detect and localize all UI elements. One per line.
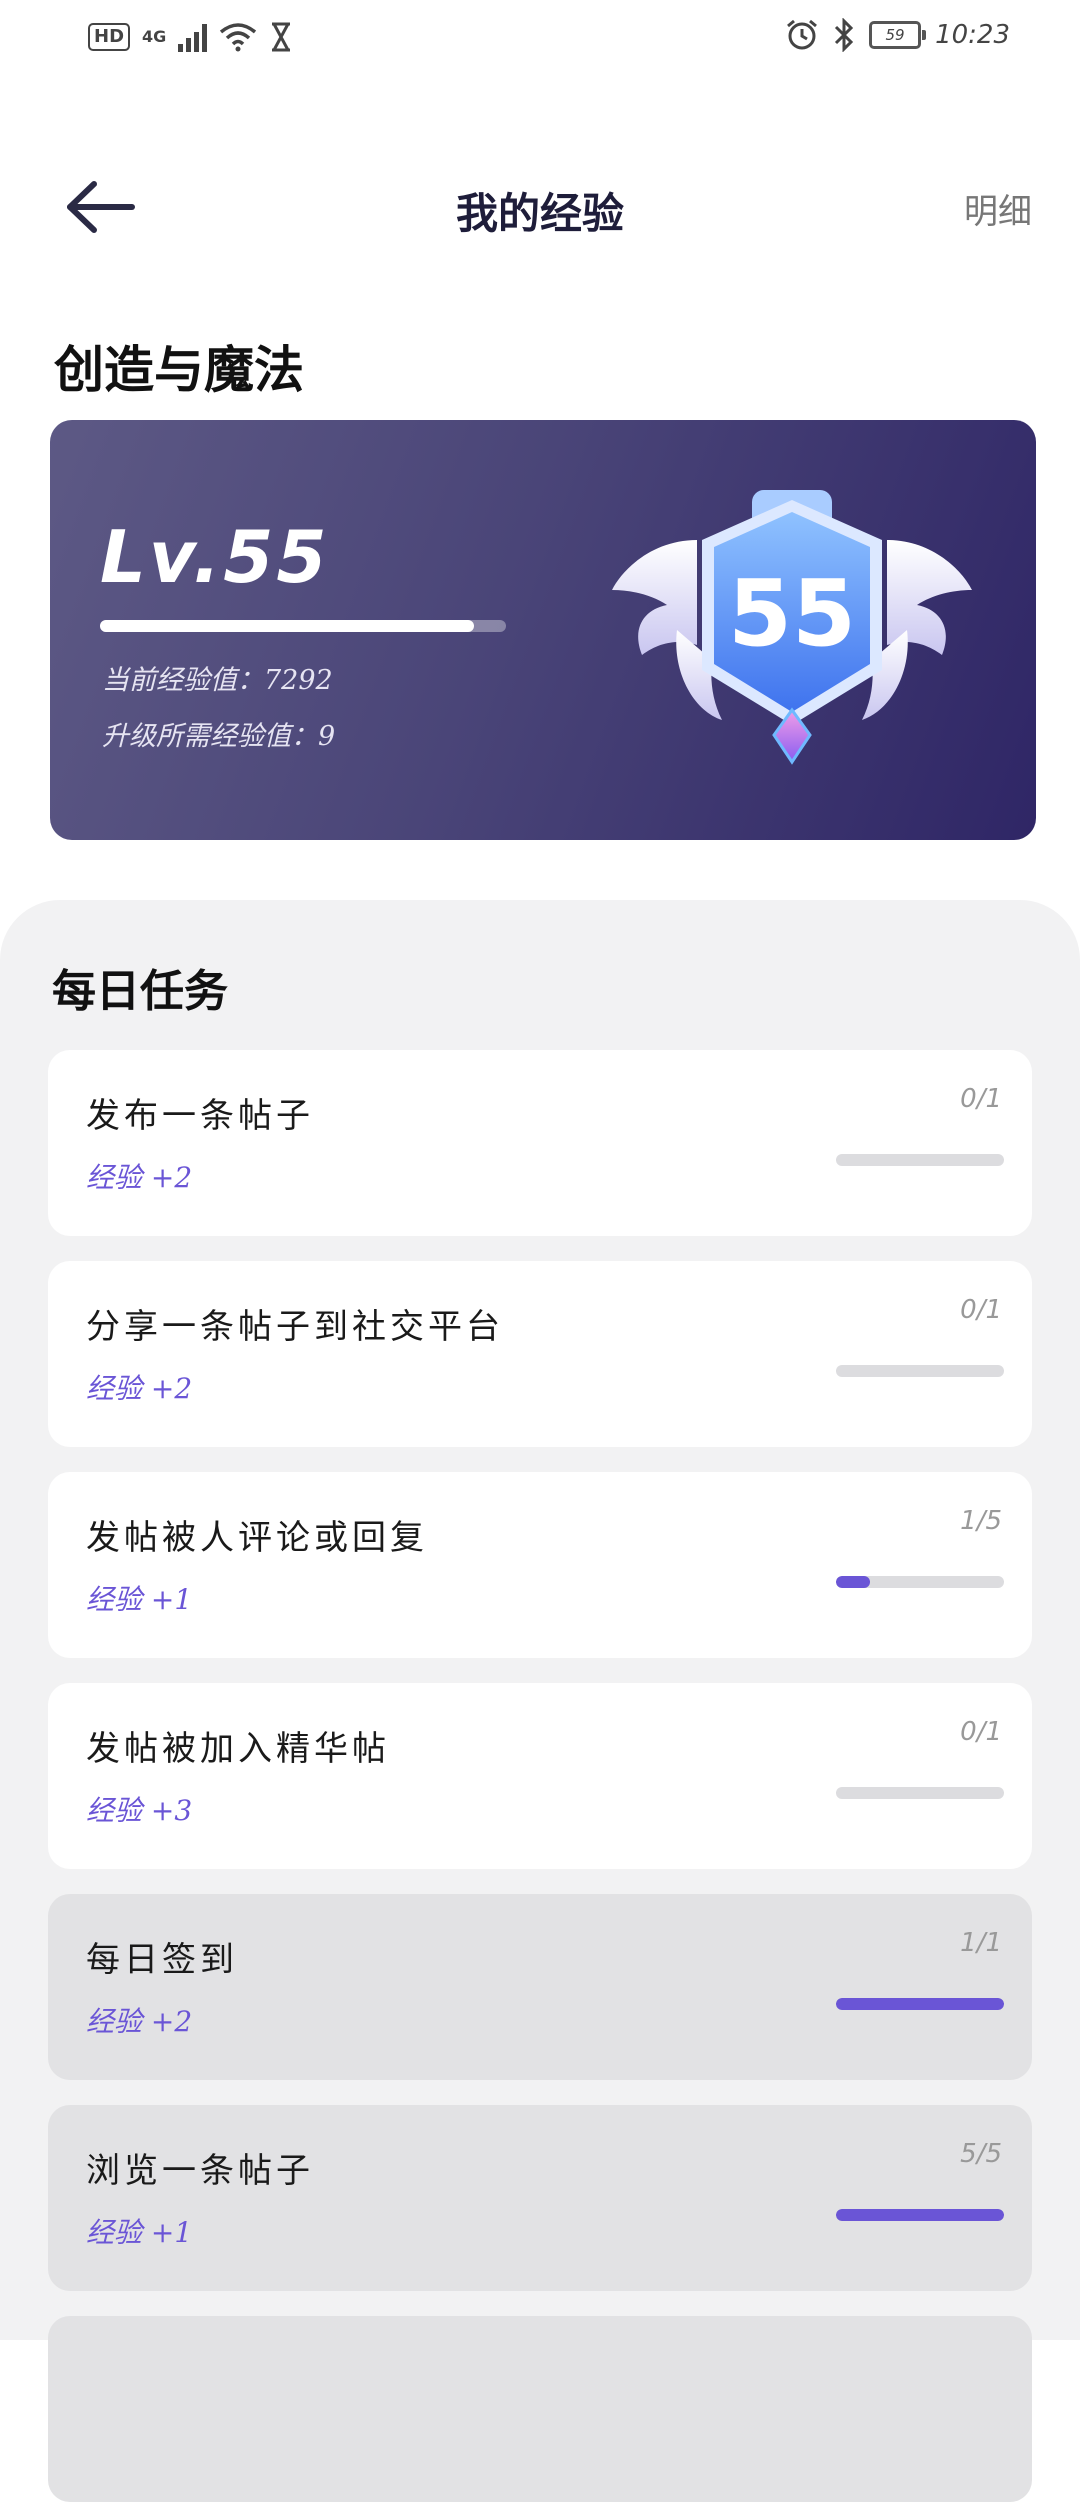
- task-progress-bar: [836, 1998, 1004, 2010]
- wifi-icon: [220, 23, 257, 52]
- daily-tasks-title: 每日任务: [52, 966, 228, 1017]
- level-progress-bar: [100, 620, 506, 632]
- detail-link[interactable]: 明细: [964, 184, 1032, 233]
- task-name: 每日签到: [86, 1940, 238, 1980]
- battery-icon: 59: [869, 21, 927, 49]
- task-card[interactable]: 发布一条帖子 经验 +2 0/1: [48, 1050, 1032, 1236]
- task-card[interactable]: 发帖被加入精华帖 经验 +3 0/1: [48, 1683, 1032, 1869]
- needed-xp: 升级所需经验值：9: [102, 721, 336, 752]
- task-card-partial[interactable]: [48, 2316, 1032, 2502]
- bluetooth-icon: [835, 18, 854, 52]
- level-card: Lv.55 当前经验值：7292 升级所需经验值：9 55: [50, 420, 1036, 840]
- task-card[interactable]: 浏览一条帖子 经验 +1 5/5: [48, 2105, 1032, 2291]
- task-name: 发布一条帖子: [86, 1096, 314, 1136]
- task-xp-reward: 经验 +2: [86, 1161, 193, 1194]
- game-name: 创造与魔法: [54, 340, 304, 399]
- task-card[interactable]: 分享一条帖子到社交平台 经验 +2 0/1: [48, 1261, 1032, 1447]
- task-progress-fill: [836, 1576, 870, 1588]
- task-xp-reward: 经验 +1: [86, 2216, 193, 2249]
- task-progress-bar: [836, 1365, 1004, 1377]
- task-progress-text: 0/1: [960, 1084, 1002, 1114]
- task-xp-reward: 经验 +2: [86, 2005, 193, 2038]
- task-name: 发帖被加入精华帖: [86, 1729, 390, 1769]
- task-xp-reward: 经验 +1: [86, 1583, 193, 1616]
- task-xp-reward: 经验 +2: [86, 1372, 193, 1405]
- alarm-icon: [787, 19, 818, 50]
- task-name: 发帖被人评论或回复: [86, 1518, 428, 1558]
- task-progress-bar: [836, 1576, 1004, 1588]
- app-header: 我的经验 明细: [0, 150, 1080, 260]
- task-name: 浏览一条帖子: [86, 2151, 314, 2191]
- level-label: Lv.55: [100, 515, 330, 599]
- task-xp-reward: 经验 +3: [86, 1794, 193, 1827]
- task-progress-text: 0/1: [960, 1295, 1002, 1325]
- task-progress-bar: [836, 2209, 1004, 2221]
- task-progress-text: 1/1: [960, 1928, 1002, 1958]
- task-progress-bar: [836, 1787, 1004, 1799]
- daily-tasks-panel: 每日任务 发布一条帖子 经验 +2 0/1 分享一条帖子到社交平台 经验 +2 …: [0, 900, 1080, 2502]
- task-progress-fill: [836, 1998, 1004, 2010]
- hourglass-icon: [272, 22, 291, 52]
- status-bar: HD 4G 59 10:23: [0, 0, 1080, 80]
- task-progress-text: 1/5: [960, 1506, 1002, 1536]
- level-progress-fill: [100, 620, 474, 632]
- clock: 10:23: [935, 20, 1010, 50]
- current-xp: 当前经验值：7292: [102, 665, 333, 696]
- network-type: 4G: [142, 27, 167, 46]
- hd-voice-icon: HD: [88, 23, 131, 51]
- task-progress-bar: [836, 1154, 1004, 1166]
- signal-icon: [178, 22, 208, 52]
- task-card[interactable]: 发帖被人评论或回复 经验 +1 1/5: [48, 1472, 1032, 1658]
- page-title: 我的经验: [455, 189, 624, 238]
- task-progress-text: 5/5: [960, 2139, 1002, 2169]
- task-progress-fill: [836, 2209, 1004, 2221]
- task-card[interactable]: 每日签到 经验 +2 1/1: [48, 1894, 1032, 2080]
- badge-number: 55: [728, 560, 856, 667]
- task-name: 分享一条帖子到社交平台: [86, 1307, 504, 1347]
- task-progress-text: 0/1: [960, 1717, 1002, 1747]
- level-badge-icon: 55: [612, 490, 972, 765]
